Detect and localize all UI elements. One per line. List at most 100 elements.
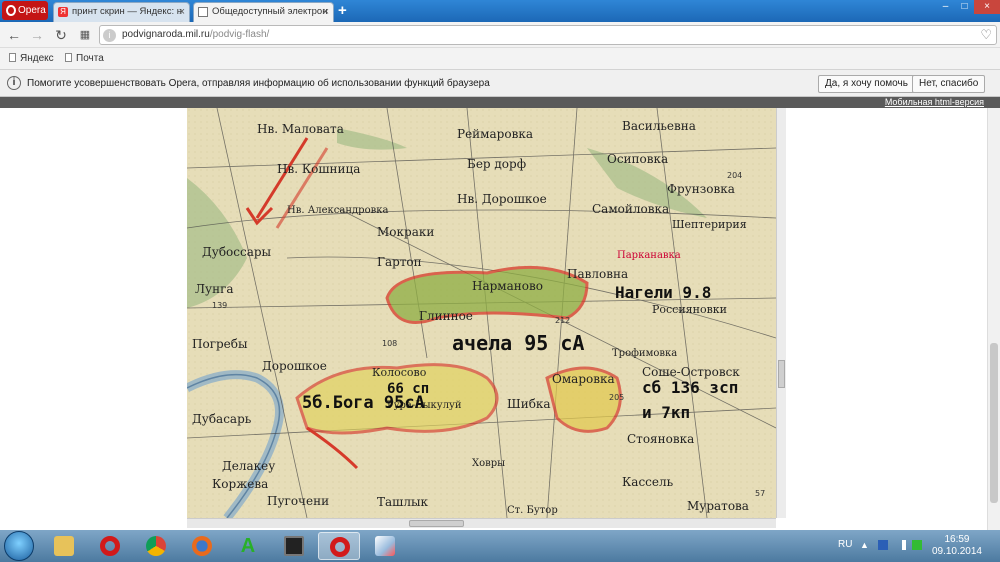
place-label: Парканавка — [617, 250, 681, 261]
close-tab-icon[interactable]: × — [179, 3, 185, 21]
tab-podvig-naroda[interactable]: Общедоступный электрон × — [193, 2, 334, 22]
map-viewer[interactable]: Нв. Маловата Реймаровка Васильевна Бер д… — [187, 108, 776, 518]
yandex-favicon-icon: Я — [58, 7, 68, 17]
bookmark-mail[interactable]: Почта — [65, 53, 104, 64]
opera-active-taskbar-icon[interactable] — [318, 532, 360, 560]
place-label: Васильевна — [622, 119, 696, 133]
tab-yandex-search[interactable]: Я принт скрин — Яндекс: н × — [53, 2, 190, 22]
firefox-icon — [192, 536, 212, 556]
bookmarks-bar: Яндекс Почта — [0, 48, 1000, 70]
green-a-taskbar-icon[interactable]: A — [230, 532, 266, 560]
accept-help-button[interactable]: Да, я хочу помочь — [818, 75, 915, 93]
close-window-button[interactable]: × — [974, 0, 1000, 14]
place-label: Глинное — [419, 309, 473, 323]
paint-taskbar-icon[interactable] — [364, 532, 406, 560]
place-label: Дубасарь — [192, 412, 252, 426]
place-label: Ст. Бутор — [507, 505, 558, 516]
forward-arrow-icon[interactable]: → — [28, 26, 46, 44]
chrome-taskbar-icon[interactable] — [138, 532, 174, 560]
place-label: Дубоссары — [202, 245, 272, 259]
navigation-bar: ← → ↻ ▦ i podvignaroda.mil.ru/podvig-fla… — [0, 22, 1000, 48]
opera-menu-label: Opera — [18, 5, 46, 16]
address-bar[interactable]: i podvignaroda.mil.ru/podvig-flash/ ♡ — [99, 25, 997, 45]
bookmark-yandex[interactable]: Яндекс — [9, 53, 54, 64]
place-label: Самойловка — [592, 202, 669, 216]
window-controls: – □ × — [936, 0, 1000, 14]
place-label: Кассель — [622, 475, 674, 489]
map-horizontal-scrollbar[interactable] — [187, 518, 776, 528]
page-favicon-icon — [198, 7, 208, 17]
elevation-number: 108 — [382, 339, 397, 348]
firefox-taskbar-icon[interactable] — [184, 532, 220, 560]
annotation: 66 сп — [387, 381, 429, 397]
place-label: Павловна — [567, 267, 628, 281]
document-icon — [9, 53, 16, 62]
map-vertical-scrollbar[interactable] — [776, 108, 786, 518]
monitor-taskbar-icon[interactable] — [276, 532, 312, 560]
elevation-number: 205 — [609, 393, 624, 402]
heart-icon[interactable]: ♡ — [980, 27, 992, 43]
tab-title: Общедоступный электрон — [212, 6, 328, 17]
place-label: Нв. Кошница — [277, 162, 360, 176]
decline-button[interactable]: Нет, спасибо — [912, 75, 986, 93]
elevation-number: 204 — [727, 171, 742, 180]
improve-opera-infobar: i Помогите усовершенствовать Opera, отпр… — [0, 70, 1000, 97]
flag-icon[interactable] — [878, 540, 888, 550]
place-label: Делакеу — [222, 459, 275, 473]
signal-icon[interactable] — [912, 540, 922, 550]
annotation: ачела 95 сА — [452, 331, 584, 355]
opera-icon — [100, 536, 120, 556]
place-label: Пугочени — [267, 494, 329, 508]
place-label: Гартоп — [377, 255, 422, 269]
page-vertical-scrollbar[interactable] — [987, 108, 1000, 530]
scroll-thumb[interactable] — [778, 360, 785, 388]
info-icon: i — [7, 76, 21, 90]
opera-taskbar-icon[interactable] — [92, 532, 128, 560]
scroll-thumb[interactable] — [409, 520, 464, 527]
place-label: Лунга — [195, 282, 234, 296]
place-label: Фрунзовка — [667, 182, 735, 196]
start-button[interactable] — [4, 531, 34, 561]
place-label: Дорошкое — [262, 359, 327, 373]
place-label: Нв. Александровка — [287, 205, 388, 216]
clock-date: 09.10.2014 — [931, 546, 982, 557]
mobile-version-link[interactable]: Мобильная html-версия — [885, 97, 984, 108]
maximize-button[interactable]: □ — [955, 0, 974, 14]
chrome-icon — [146, 536, 166, 556]
minimize-button[interactable]: – — [936, 0, 955, 14]
new-tab-button[interactable]: + — [338, 2, 347, 20]
elevation-number: 139 — [212, 301, 227, 310]
bookmark-label: Почта — [76, 53, 104, 64]
place-label: Россияновки — [652, 303, 727, 316]
elevation-number: 212 — [555, 316, 570, 325]
system-clock[interactable]: 16:59 09.10.2014 — [932, 534, 982, 558]
place-label: Колосово — [372, 366, 427, 379]
place-label: Ховры — [472, 458, 505, 469]
place-label: Нв. Маловата — [257, 122, 344, 136]
scroll-thumb[interactable] — [990, 343, 998, 503]
site-info-icon[interactable]: i — [103, 29, 116, 42]
opera-logo-icon — [6, 5, 16, 16]
grid-icon[interactable]: ▦ — [76, 26, 94, 44]
close-tab-icon[interactable]: × — [323, 3, 329, 21]
url-host: podvignaroda.mil.ru — [122, 29, 210, 40]
infobar-message: Помогите усовершенствовать Opera, отправ… — [27, 78, 490, 89]
letter-a-icon: A — [240, 535, 256, 557]
explorer-taskbar-icon[interactable] — [46, 532, 82, 560]
annotation: сб 136 зсп — [642, 378, 738, 397]
network-icon[interactable] — [896, 540, 906, 550]
place-label: Нв. Дорошкое — [457, 192, 547, 206]
opera-browser-window: Opera Я принт скрин — Яндекс: н × Общедо… — [0, 0, 1000, 562]
reload-icon[interactable]: ↻ — [52, 26, 70, 44]
language-indicator[interactable]: RU — [838, 539, 852, 550]
url-text: podvignaroda.mil.ru/podvig-flash/ — [122, 29, 269, 40]
historical-map: Нв. Маловата Реймаровка Васильевна Бер д… — [187, 108, 776, 518]
tray-expand-icon[interactable]: ▲ — [860, 540, 870, 550]
back-arrow-icon[interactable]: ← — [5, 26, 23, 44]
place-label: Омаровка — [552, 372, 615, 386]
place-label: Шептеририя — [672, 218, 747, 231]
document-icon — [65, 53, 72, 62]
opera-icon — [330, 537, 350, 557]
monitor-icon — [284, 536, 304, 556]
opera-menu-button[interactable]: Opera — [2, 1, 48, 20]
